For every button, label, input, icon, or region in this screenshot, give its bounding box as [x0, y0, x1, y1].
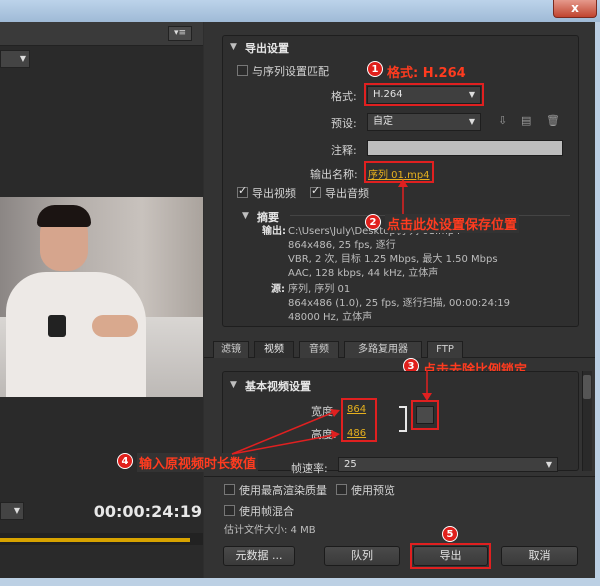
chevron-down-icon: ▼	[13, 506, 20, 515]
width-value[interactable]: 864	[347, 404, 366, 415]
cancel-button[interactable]: 取消	[501, 546, 578, 566]
window-frame-bottom	[0, 578, 600, 586]
chevron-down-icon: ▼	[19, 54, 26, 63]
tab-video[interactable]: 视频	[254, 341, 294, 358]
annotation-badge-5: 5	[442, 526, 458, 542]
max-render-quality-label: 使用最高渲染质量	[239, 484, 327, 497]
summary-output-line: VBR, 2 次, 目标 1.25 Mbps, 最大 1.50 Mbps	[288, 254, 498, 265]
max-render-quality-checkbox[interactable]	[224, 484, 235, 495]
aspect-lock-icon[interactable]	[416, 406, 434, 424]
export-video-checkbox[interactable]	[237, 184, 248, 198]
annotation-badge-1: 1	[367, 61, 383, 77]
chevron-down-icon: ▼	[545, 460, 552, 469]
timeline-scrubber-fill	[0, 538, 190, 542]
summary-output-label: 输出:	[262, 226, 286, 237]
height-value[interactable]: 486	[347, 428, 366, 439]
video-person-hand	[92, 315, 138, 337]
source-timecode: 00:00:24:19	[93, 502, 202, 521]
use-previews-label: 使用预览	[351, 484, 395, 497]
output-name-label: 输出名称:	[310, 168, 358, 181]
tab-filters[interactable]: 滤镜	[213, 341, 249, 358]
video-microphone	[48, 315, 66, 337]
preset-label: 预设:	[331, 117, 357, 130]
frame-blending-label: 使用帧混合	[239, 505, 294, 518]
use-previews-checkbox[interactable]	[336, 484, 347, 495]
comment-input[interactable]	[367, 140, 563, 156]
estimated-file-size: 估计文件大小: 4 MB	[224, 525, 316, 536]
delete-preset-icon[interactable]: 🗑	[546, 114, 560, 127]
queue-button[interactable]: 队列	[324, 546, 400, 566]
collapse-triangle-icon[interactable]: ▼	[230, 42, 237, 52]
comment-label: 注释:	[331, 144, 357, 157]
aspect-link-bracket	[399, 406, 407, 432]
window-frame-right	[595, 22, 600, 586]
export-video-label: 导出视频	[252, 187, 296, 200]
annotation-badge-2: 2	[365, 214, 381, 230]
summary-source-line: 序列, 序列 01	[288, 284, 351, 295]
annotation-2-arrow	[398, 179, 408, 214]
options-divider	[204, 476, 595, 477]
basic-video-settings-title: 基本视频设置	[245, 380, 311, 393]
save-preset-icon[interactable]: ⇩	[498, 114, 507, 127]
video-person-hair	[37, 205, 91, 227]
summary-source-line: 864x486 (1.0), 25 fps, 逐行扫描, 00:00:24:19	[288, 298, 511, 309]
preview-zoom-dropdown[interactable]: ▼	[0, 50, 30, 68]
export-audio-label: 导出音频	[325, 187, 369, 200]
preset-dropdown[interactable]: 自定 ▼	[367, 113, 481, 131]
frame-rate-dropdown[interactable]: 25 ▼	[338, 457, 558, 472]
match-sequence-label: 与序列设置匹配	[252, 65, 329, 78]
window-close-button[interactable]: x	[553, 0, 597, 18]
metadata-button[interactable]: 元数据 ...	[223, 546, 295, 566]
summary-output-line: 864x486, 25 fps, 逐行	[288, 240, 396, 251]
annotation-4-arrows	[231, 409, 340, 455]
window-titlebar	[0, 0, 600, 22]
summary-source-line: 48000 Hz, 立体声	[288, 312, 373, 323]
preview-panel: ▾≡ ▼ ▼ 00:00:24:19	[0, 22, 203, 578]
summary-output-line: AAC, 128 kbps, 44 kHz, 立体声	[288, 268, 439, 279]
export-button[interactable]: 导出	[413, 546, 488, 566]
annotation-1-text: 格式: H.264	[387, 66, 466, 81]
video-preview-frame	[0, 197, 203, 397]
format-value: H.264	[373, 89, 403, 100]
summary-collapse-icon[interactable]: ▼	[242, 211, 249, 221]
video-settings-collapse-icon[interactable]: ▼	[230, 380, 237, 390]
annotation-3-arrow	[422, 370, 432, 401]
tab-audio[interactable]: 音频	[299, 341, 339, 358]
tab-multiplexer[interactable]: 多路复用器	[344, 341, 422, 358]
import-preset-icon[interactable]: ▤	[521, 114, 531, 127]
tab-ftp[interactable]: FTP	[427, 341, 463, 358]
chevron-down-icon: ▼	[468, 90, 475, 99]
panel-menu-icon[interactable]: ▾≡	[168, 26, 192, 41]
frame-rate-label: 帧速率:	[291, 462, 328, 475]
annotation-2-text: 点击此处设置保存位置	[385, 214, 520, 233]
export-settings-title: 导出设置	[245, 42, 289, 55]
summary-source-label: 源:	[271, 284, 285, 295]
export-audio-checkbox[interactable]	[310, 184, 321, 198]
format-label: 格式:	[331, 90, 357, 103]
frame-rate-value: 25	[344, 459, 357, 470]
frame-blending-checkbox[interactable]	[224, 505, 235, 516]
annotation-badge-4: 4	[117, 453, 133, 469]
fit-dropdown[interactable]: ▼	[0, 502, 24, 520]
format-dropdown[interactable]: H.264 ▼	[367, 86, 481, 104]
settings-scrollbar-thumb[interactable]	[583, 375, 591, 399]
match-sequence-checkbox[interactable]	[237, 65, 248, 76]
preset-value: 自定	[373, 116, 393, 127]
chevron-down-icon: ▼	[468, 117, 475, 126]
summary-title: 摘要	[257, 211, 279, 224]
